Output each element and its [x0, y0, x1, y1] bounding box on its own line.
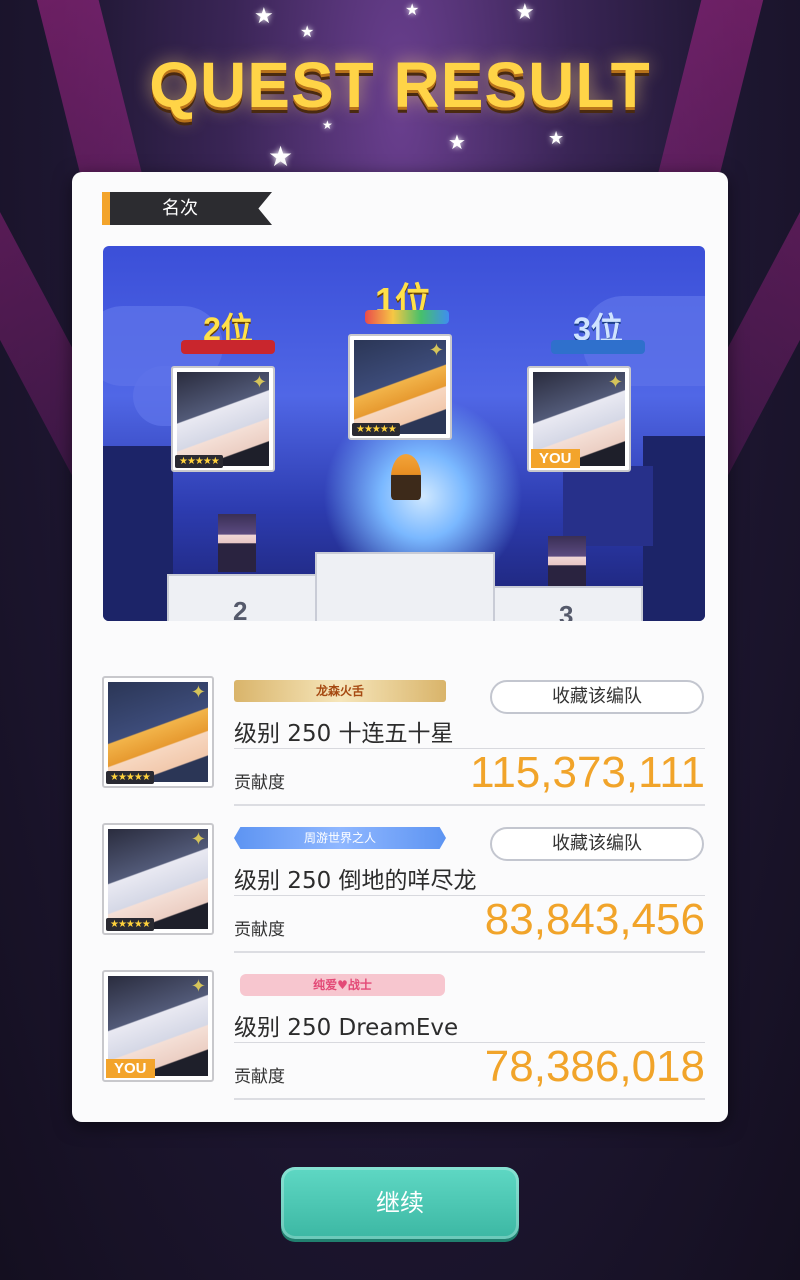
- rank-1-label: 1位: [374, 280, 432, 321]
- contribution-label: 贡献度: [234, 773, 285, 793]
- result-row: ✦ ★★★★★ 龙森火舌 收藏该编队 级别 250 十连五十星 贡献度 115,…: [102, 676, 705, 806]
- rank-2-label: 2位: [203, 311, 253, 347]
- podium-platform-3: 3: [493, 586, 643, 621]
- sparkle-icon: ✦: [190, 829, 206, 850]
- star-icon: ★: [254, 4, 274, 29]
- contribution-label: 贡献度: [234, 920, 285, 940]
- you-tag: YOU: [106, 1059, 155, 1078]
- podium-scene: 2位 1位 3位 ✦ ★★★★★ ✦ ★★★★★ ✦ YOU 2 3: [103, 246, 705, 621]
- rarity-stars: ★★★★★: [175, 455, 223, 468]
- player-portrait[interactable]: ✦ YOU: [102, 970, 214, 1082]
- rank-3-label: 3位: [573, 311, 623, 347]
- sparkle-icon: ✦: [190, 976, 206, 997]
- player-name: 级别 250 十连五十星: [234, 721, 454, 747]
- sparkle-icon: ✦: [428, 340, 444, 361]
- rank-1-ribbon: [365, 310, 449, 324]
- player-name: 级别 250 DreamEve: [234, 1015, 459, 1041]
- rarity-stars: ★★★★★: [106, 771, 154, 784]
- rank-2-sprite: [218, 514, 256, 572]
- rank-1-portrait[interactable]: ✦ ★★★★★: [348, 334, 452, 440]
- rank-3-portrait[interactable]: ✦ YOU: [527, 366, 631, 472]
- save-team-button[interactable]: 收藏该编队: [490, 680, 704, 714]
- rank-2-portrait[interactable]: ✦ ★★★★★: [171, 366, 275, 472]
- you-tag: YOU: [531, 449, 580, 468]
- result-row: ✦ ★★★★★ 周游世界之人 收藏该编队 级别 250 倒地的咩尽龙 贡献度 8…: [102, 823, 705, 953]
- rank-1-sprite: [391, 454, 421, 500]
- contribution-label: 贡献度: [234, 1067, 285, 1087]
- star-icon: ★: [268, 140, 294, 173]
- rank-2-ribbon: [181, 340, 275, 354]
- player-portrait[interactable]: ✦ ★★★★★: [102, 823, 214, 935]
- result-row: ✦ YOU 纯爱♥战士 级别 250 DreamEve 贡献度 78,386,0…: [102, 970, 705, 1100]
- player-title-badge: 纯爱♥战士: [240, 974, 445, 996]
- contribution-score: 78,386,018: [484, 1042, 705, 1091]
- contribution-score: 115,373,111: [470, 748, 705, 797]
- player-title-badge: 周游世界之人: [234, 827, 446, 849]
- star-icon: ★: [300, 22, 315, 41]
- contribution-score: 83,843,456: [484, 895, 705, 944]
- sparkle-icon: ✦: [251, 372, 267, 393]
- ranking-section-tag: 名次: [102, 192, 272, 225]
- player-title-badge: 龙森火舌: [234, 680, 446, 702]
- rarity-stars: ★★★★★: [352, 423, 400, 436]
- podium-platform-1: [315, 552, 495, 621]
- rank-3-ribbon: [551, 340, 645, 354]
- player-name: 级别 250 倒地的咩尽龙: [234, 868, 477, 894]
- player-portrait[interactable]: ✦ ★★★★★: [102, 676, 214, 788]
- podium-platform-2: 2: [167, 574, 317, 621]
- save-team-button[interactable]: 收藏该编队: [490, 827, 704, 861]
- star-icon: ★: [515, 0, 535, 25]
- results-panel: 名次 2位 1位 3位 ✦ ★★★★★ ✦ ★★★★★ ✦ YOU 2 3 ✦ …: [72, 172, 728, 1122]
- star-icon: ★: [405, 0, 420, 19]
- continue-button[interactable]: 继续: [281, 1167, 519, 1239]
- star-icon: ★: [448, 130, 466, 154]
- rarity-stars: ★★★★★: [106, 918, 154, 931]
- divider: [234, 1098, 705, 1100]
- star-icon: ★: [548, 128, 565, 149]
- sparkle-icon: ✦: [190, 682, 206, 703]
- sparkle-icon: ✦: [607, 372, 623, 393]
- quest-result-title: QUEST RESULT: [149, 49, 651, 121]
- divider: [234, 951, 705, 953]
- divider: [234, 804, 705, 806]
